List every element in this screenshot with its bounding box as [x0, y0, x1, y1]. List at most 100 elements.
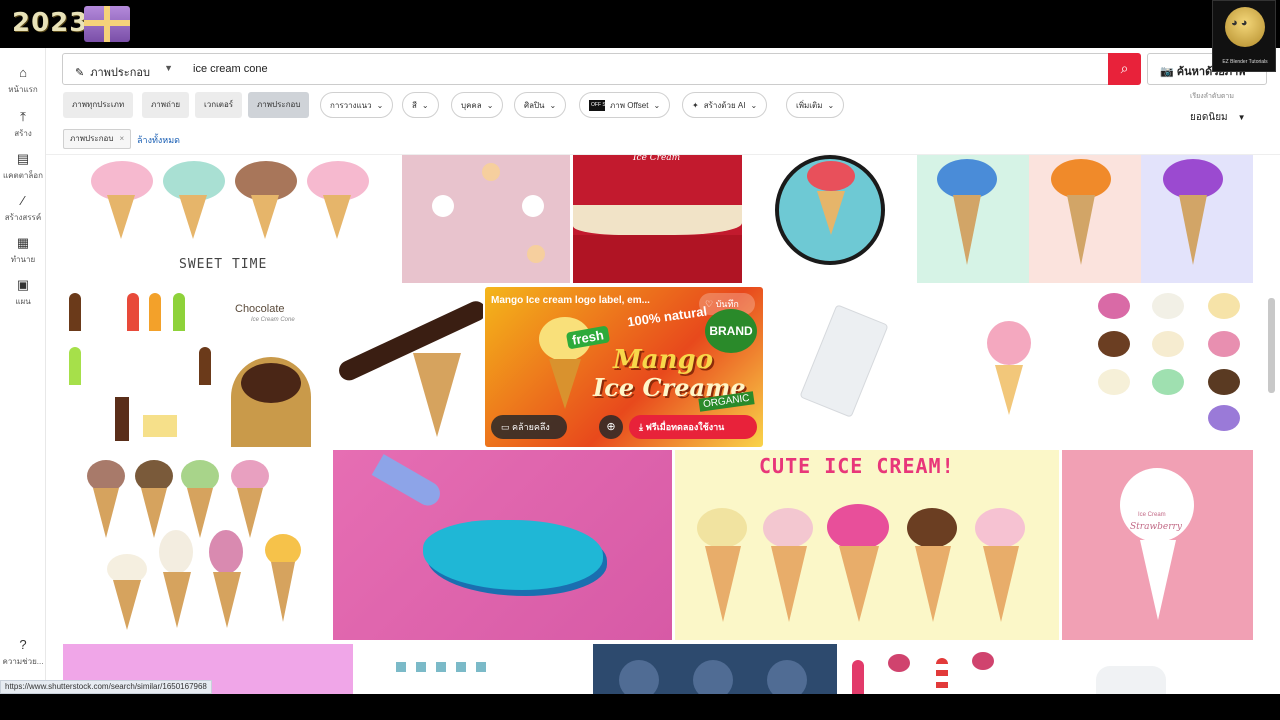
- help-icon: ?: [19, 637, 27, 652]
- chocolate-shape: [241, 363, 301, 403]
- download-icon: ⤓: [639, 422, 643, 432]
- video-top-bar: 2023: [0, 0, 1280, 48]
- chip-all-types[interactable]: ภาพทุกประเภท: [63, 92, 134, 118]
- scoop-shape: [1098, 369, 1130, 395]
- sidebar-item-creative[interactable]: ⁄ สร้างสรรค์: [0, 194, 46, 224]
- filter-label: สร้างด้วย AI: [703, 101, 746, 110]
- result-tile[interactable]: [745, 155, 913, 283]
- cone-shape: [323, 195, 351, 239]
- search-button[interactable]: ⌕: [1108, 53, 1141, 85]
- result-tile[interactable]: [1018, 644, 1253, 694]
- cone-shape: [251, 195, 279, 239]
- magic-wand-icon: ⁄: [21, 193, 25, 208]
- melted-ice-cream-shape: [423, 520, 603, 590]
- filter-color[interactable]: สี ⌄: [402, 92, 439, 118]
- search-input[interactable]: ice cream cone: [181, 53, 1109, 85]
- chip-vectors[interactable]: เวกเตอร์: [195, 92, 243, 118]
- cone-shape: [213, 572, 241, 628]
- cone-shape: [187, 488, 213, 538]
- scoop-shape: [907, 508, 957, 548]
- ai-icon: ✦: [692, 101, 699, 110]
- filter-artist[interactable]: ศิลปิน ⌄: [514, 92, 567, 118]
- flower-shape: [1051, 159, 1111, 199]
- collect-button[interactable]: ▭ คล้ายคลึง: [491, 415, 567, 439]
- cone-shape: [705, 546, 741, 622]
- scrollbar[interactable]: [1268, 298, 1275, 393]
- result-tile[interactable]: [1029, 155, 1141, 283]
- scoop-shape: [975, 508, 1025, 548]
- sidebar-item-predict[interactable]: ▦ ทำนาย: [0, 236, 46, 266]
- filter-ai[interactable]: ✦ สร้างด้วย AI ⌄: [682, 92, 768, 118]
- tile-subcaption: Ice Cream Cone: [251, 317, 295, 323]
- clear-all-link[interactable]: ล้างทั้งหมด: [137, 133, 180, 147]
- result-tile[interactable]: [1090, 287, 1253, 447]
- result-tile[interactable]: Ice Cream Strawberry: [1062, 450, 1253, 640]
- chevron-down-icon: ⌄: [549, 101, 557, 110]
- search-type-select[interactable]: ✎ ภาพประกอบ ▼: [62, 53, 182, 85]
- sidebar-item-home[interactable]: ⌂ หน้าแรก: [0, 66, 46, 96]
- result-tile[interactable]: [766, 287, 934, 447]
- cone-shape: [141, 488, 167, 538]
- flower-shape: [1163, 159, 1223, 199]
- camera-icon: 📷: [1160, 66, 1174, 78]
- result-tile[interactable]: [840, 644, 1015, 694]
- cone-shape: [1179, 195, 1207, 265]
- grid-icon: ▦: [16, 235, 30, 250]
- chevron-down-icon: ⌄: [750, 101, 758, 110]
- chip-photos[interactable]: ภาพถ่าย: [142, 92, 190, 118]
- chevron-down-icon: ⌄: [827, 101, 835, 110]
- sidebar-item-catalog[interactable]: ▤ แคตตาล็อก: [0, 152, 46, 182]
- sidebar-item-plan[interactable]: ▣ แผน: [0, 278, 46, 308]
- search-type-label: ภาพประกอบ: [90, 67, 150, 79]
- cone-shape: [1067, 195, 1095, 265]
- scoop-shape: [1152, 331, 1184, 357]
- hover-result-card[interactable]: Mango Ice cream logo label, em... ♡ บันท…: [485, 287, 763, 447]
- cone-shape: [107, 195, 135, 239]
- scoop-shape: [1152, 293, 1184, 319]
- result-tile[interactable]: [1141, 155, 1253, 283]
- chip-illustrations[interactable]: ภาพประกอบ: [248, 92, 310, 118]
- channel-avatar: EZ Blender Tutorials: [1212, 0, 1276, 72]
- avatar: [1225, 7, 1265, 47]
- chevron-down-icon: ▼: [1237, 113, 1246, 122]
- scoop-shape: [1208, 405, 1240, 431]
- download-button[interactable]: ⤓ ฟรีเมื่อทดลองใช้งาน: [629, 415, 757, 439]
- chevron-down-icon: ⌄: [486, 101, 494, 110]
- result-tile[interactable]: [935, 287, 1085, 447]
- sidebar-item-help[interactable]: ? ความช่วย...: [0, 638, 46, 668]
- packaging-shape: [799, 304, 889, 418]
- filter-more[interactable]: เพิ่มเติม ⌄: [786, 92, 845, 118]
- result-tile[interactable]: [63, 287, 225, 447]
- zoom-button[interactable]: ⊕: [599, 415, 623, 439]
- result-tile[interactable]: [356, 644, 590, 694]
- sort-select[interactable]: ยอดนิยม ▼: [1190, 110, 1246, 125]
- scoop-shape: [763, 508, 813, 548]
- sidebar-item-label: แผน: [15, 297, 31, 306]
- year-badge: 2023: [12, 8, 89, 38]
- result-tile[interactable]: [402, 155, 570, 283]
- result-tile[interactable]: Chocolate Ice Cream Cone: [225, 287, 483, 447]
- filter-offset[interactable]: OFF SETภาพ Offset ⌄: [579, 92, 671, 118]
- chevron-down-icon: ⌄: [421, 101, 429, 110]
- card-title: Mango Ice cream logo label, em...: [491, 295, 650, 306]
- result-tile[interactable]: CUTE ICE CREAM!: [675, 450, 1059, 640]
- sidebar-item-create[interactable]: ⤒ สร้าง: [0, 110, 46, 140]
- result-tile[interactable]: Ice Cream: [573, 155, 742, 283]
- close-icon[interactable]: ×: [119, 134, 124, 143]
- filter-orientation[interactable]: การวางแนว ⌄: [320, 92, 394, 118]
- tile-caption: Strawberry: [1130, 522, 1182, 532]
- result-tile[interactable]: [917, 155, 1029, 283]
- home-icon: ⌂: [19, 65, 27, 80]
- active-filter-tag[interactable]: ภาพประกอบ ×: [63, 129, 132, 149]
- result-tile[interactable]: SWEET TIME: [63, 155, 399, 283]
- sandwich-shape: [143, 415, 177, 437]
- art-line-1: Mango: [613, 345, 714, 375]
- result-tile[interactable]: [593, 644, 837, 694]
- filter-people[interactable]: บุคคล ⌄: [451, 92, 504, 118]
- download-label: ฟรีเมื่อทดลองใช้งาน: [645, 422, 725, 432]
- soft-serve-shape: [987, 321, 1031, 365]
- gift-icon: [84, 6, 130, 42]
- result-tile[interactable]: [333, 450, 672, 640]
- result-tile[interactable]: [63, 450, 331, 640]
- popsicle-shape: [199, 347, 211, 385]
